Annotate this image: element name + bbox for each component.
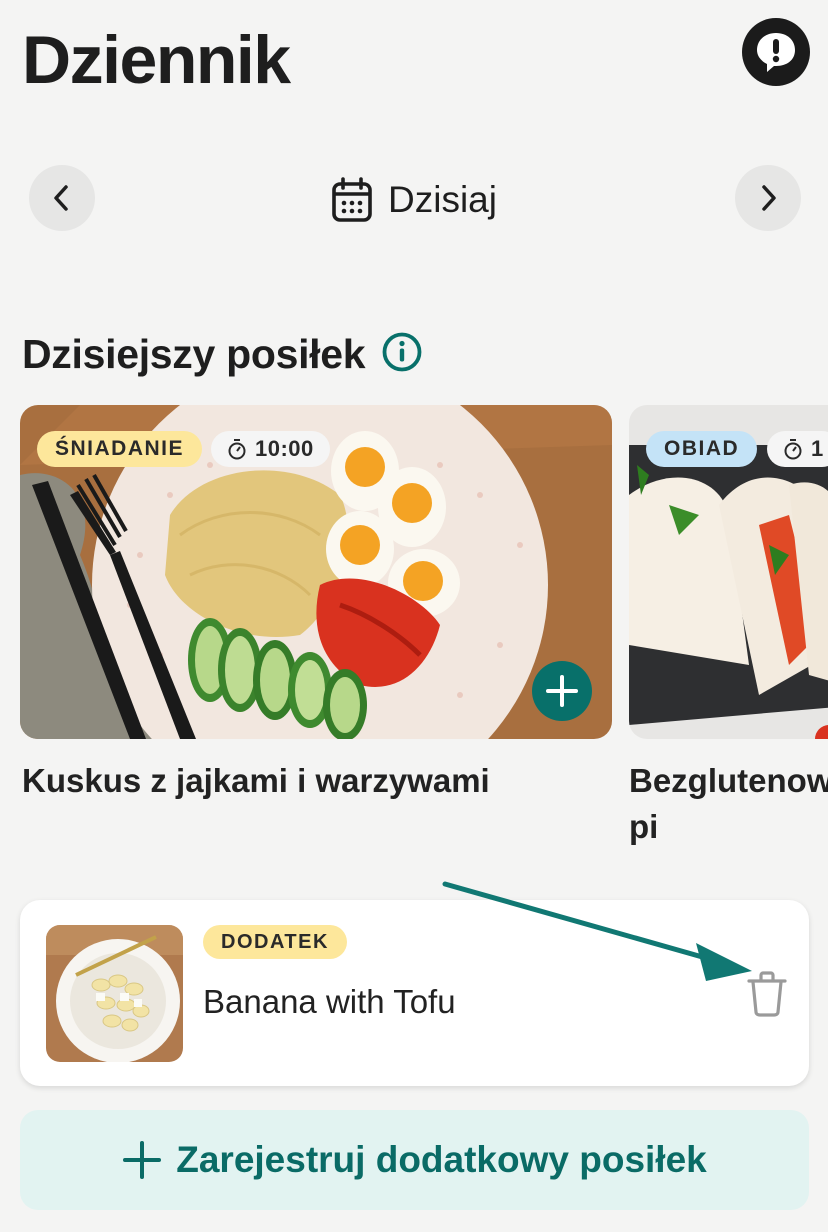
calendar-icon <box>332 177 372 222</box>
meal-card-breakfast[interactable]: ŚNIADANIE 10:00 <box>20 405 612 739</box>
page-title: Dziennik <box>22 22 291 98</box>
info-icon[interactable] <box>381 331 423 373</box>
meal-time-badge: 10:00 <box>211 431 330 467</box>
extra-meal-card[interactable]: DODATEK Banana with Tofu <box>20 900 809 1086</box>
meal-name[interactable]: Bezglutenow kurczaka i pi <box>629 758 828 850</box>
extra-meal-image <box>46 925 183 1062</box>
meal-name[interactable]: Kuskus z jajkami i warzywami <box>22 758 612 804</box>
previous-day-button[interactable] <box>29 165 95 231</box>
chevron-left-icon <box>54 185 68 211</box>
meal-time-badge: 1 <box>767 431 828 467</box>
meal-time: 1 <box>811 436 824 461</box>
exclamation-bubble-icon <box>757 33 795 72</box>
plus-icon <box>546 675 578 707</box>
section-title: Dzisiejszy posiłek <box>22 331 366 377</box>
feedback-button[interactable] <box>742 18 810 86</box>
date-selector[interactable]: Dzisiaj <box>330 172 497 228</box>
add-meal-button[interactable] <box>532 661 592 721</box>
extra-meal-name: Banana with Tofu <box>203 983 456 1020</box>
extra-meal-badge: DODATEK <box>203 925 347 959</box>
journal-screen: Dziennik Dzisiaj Dzisiejszy posiłek ŚNIA… <box>0 0 828 1232</box>
meal-card-lunch[interactable]: OBIAD 1 <box>629 405 828 739</box>
stopwatch-icon <box>784 439 802 460</box>
next-day-button[interactable] <box>735 165 801 231</box>
meal-time: 10:00 <box>255 436 314 461</box>
stopwatch-icon <box>228 439 246 460</box>
register-extra-meal-button[interactable]: Zarejestruj dodatkowy posiłek <box>20 1110 809 1210</box>
chevron-right-icon <box>762 185 776 211</box>
meal-type-badge: ŚNIADANIE <box>37 431 203 467</box>
plus-icon <box>123 1141 162 1179</box>
meal-type-badge: OBIAD <box>646 431 758 467</box>
trash-icon[interactable] <box>744 968 790 1018</box>
register-button-label: Zarejestruj dodatkowy posiłek <box>176 1139 707 1180</box>
date-label: Dzisiaj <box>388 179 497 220</box>
extra-meal-photo <box>46 925 183 1062</box>
